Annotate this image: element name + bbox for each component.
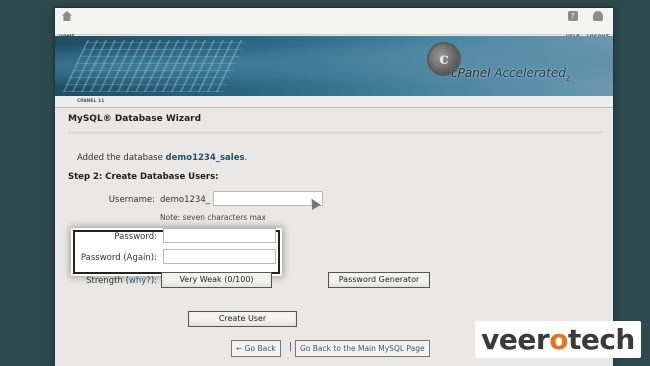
password-again-field[interactable] xyxy=(163,249,276,264)
version-label: CPANEL 11 xyxy=(77,99,105,104)
logout-icon xyxy=(592,11,603,21)
nav-separator: | xyxy=(289,342,293,352)
strength-meter: Very Weak (0/100) xyxy=(161,272,272,288)
strength-label: Strength (why?): xyxy=(86,276,157,286)
page-title: MySQL® Database Wizard xyxy=(68,114,202,124)
password-generator-button[interactable]: Password Generator xyxy=(328,272,430,288)
password-label: Password: xyxy=(114,232,157,242)
username-field[interactable] xyxy=(213,191,323,206)
cpanel-window: HOME ? HELP LOGOUT c cPanel Accelerated2… xyxy=(55,8,613,366)
cpanel-logo-text: cPanel Accelerated2 xyxy=(451,66,571,83)
go-back-button[interactable]: ← Go Back xyxy=(231,340,281,357)
top-toolbar: HOME ? HELP LOGOUT xyxy=(55,8,613,40)
username-prefix: demo1234_ xyxy=(160,195,210,205)
step-heading: Step 2: Create Database Users: xyxy=(68,172,219,182)
added-database-message: Added the database demo1234_sales. xyxy=(77,153,248,163)
main-mysql-page-button[interactable]: Go Back to the Main MySQL Page xyxy=(295,340,430,357)
password-field[interactable] xyxy=(163,228,276,243)
why-link[interactable]: why? xyxy=(129,276,151,286)
banner-network-graphic xyxy=(62,40,248,92)
help-icon: ? xyxy=(567,11,578,21)
username-note: Note: seven characters max xyxy=(160,213,266,222)
create-user-button[interactable]: Create User xyxy=(188,311,297,327)
password-again-label: Password (Again): xyxy=(80,253,157,263)
username-label: Username: xyxy=(108,195,155,205)
veerotech-logo: veerotech xyxy=(475,321,641,358)
header-banner: c cPanel Accelerated2 xyxy=(55,36,613,96)
home-icon xyxy=(61,11,72,21)
version-bar: CPANEL 11 xyxy=(55,96,613,108)
title-divider xyxy=(68,132,603,133)
database-name: demo1234_sales xyxy=(165,153,245,163)
